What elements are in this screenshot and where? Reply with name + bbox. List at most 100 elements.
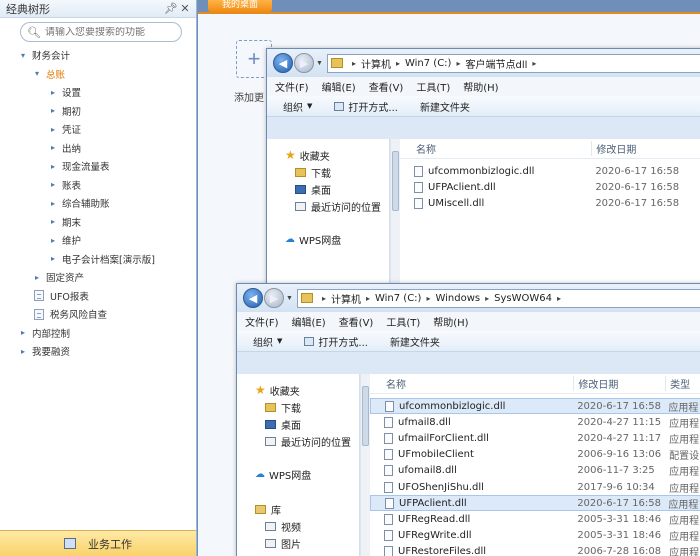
chevron-right-icon[interactable]: ▸ xyxy=(48,88,58,97)
file-row[interactable]: UMiscell.dll 2020-6-17 16:58 xyxy=(400,195,700,211)
chevron-right-icon[interactable]: ▸ xyxy=(48,217,58,226)
breadcrumb[interactable]: ▸ 计算机 ▸ Win7 (C:) ▸ 客户端节点dll ▸ xyxy=(326,53,700,73)
breadcrumb-separator[interactable]: ▸ xyxy=(485,294,489,303)
forward-button[interactable]: ▶ xyxy=(294,53,314,73)
organize-button[interactable]: 组织 ▼ xyxy=(253,334,282,349)
file-row[interactable]: UFOShenJiShu.dll 2017-9-6 10:34 应用程 xyxy=(370,479,700,495)
nav-item-wps-cloud[interactable]: ☁ WPS网盘 xyxy=(255,466,311,482)
tree-item[interactable]: ▸ 维护 xyxy=(0,231,196,250)
breadcrumb-separator[interactable]: ▸ xyxy=(352,59,356,68)
forward-button[interactable]: ▶ xyxy=(264,288,284,308)
menu-item[interactable]: 帮助(H) xyxy=(463,79,498,94)
chevron-right-icon[interactable]: ▸ xyxy=(48,180,58,189)
tree-item[interactable]: ▸ 内部控制 xyxy=(0,324,196,343)
breadcrumb-segment[interactable]: 计算机 xyxy=(331,291,361,306)
nav-item-desktop[interactable]: 桌面 xyxy=(265,416,301,432)
column-header[interactable]: 名称 xyxy=(370,376,573,391)
menu-item[interactable]: 查看(V) xyxy=(339,314,374,329)
nav-item-recent-places[interactable]: 最近访问的位置 xyxy=(295,198,381,214)
back-button[interactable]: ◀ xyxy=(273,53,293,73)
nav-item-libraries[interactable]: 库 xyxy=(255,501,281,517)
open-with-button[interactable]: 打开方式... xyxy=(304,334,368,349)
file-row[interactable]: UFRegWrite.dll 2005-3-31 18:46 应用程 xyxy=(370,528,700,544)
breadcrumb-separator[interactable]: ▸ xyxy=(396,59,400,68)
breadcrumb-segment[interactable]: 计算机 xyxy=(361,56,391,71)
tree-item[interactable]: ▸ 账表 xyxy=(0,176,196,195)
scroll-thumb[interactable] xyxy=(392,151,399,211)
nav-item-downloads[interactable]: 下载 xyxy=(295,164,331,180)
nav-item-favorites[interactable]: ★ 收藏夹 xyxy=(285,147,330,163)
file-row[interactable]: ufcommonbizlogic.dll 2020-6-17 16:58 xyxy=(400,163,700,179)
column-header[interactable]: 修改日期 xyxy=(591,141,700,156)
back-button[interactable]: ◀ xyxy=(243,288,263,308)
chevron-right-icon[interactable]: ▸ xyxy=(48,254,58,263)
breadcrumb-separator[interactable]: ▸ xyxy=(557,294,561,303)
breadcrumb-separator[interactable]: ▸ xyxy=(426,294,430,303)
column-header[interactable]: 名称 xyxy=(400,141,591,156)
tree-item[interactable]: UFO报表 xyxy=(0,287,196,306)
business-work-button[interactable]: 业务工作 xyxy=(0,530,196,556)
chevron-right-icon[interactable]: ▸ xyxy=(48,199,58,208)
breadcrumb[interactable]: ▸ 计算机 ▸ Win7 (C:) ▸ Windows ▸ SysWOW64 ▸ xyxy=(296,288,700,308)
file-row[interactable]: UFRestoreFiles.dll 2006-7-28 16:08 应用程 xyxy=(370,544,700,556)
organize-button[interactable]: 组织 ▼ xyxy=(283,99,312,114)
file-row[interactable]: UFRegRead.dll 2005-3-31 18:46 应用程 xyxy=(370,511,700,527)
menu-item[interactable]: 查看(V) xyxy=(369,79,404,94)
breadcrumb-separator[interactable]: ▸ xyxy=(456,59,460,68)
nav-item-videos[interactable]: 视频 xyxy=(265,518,301,534)
search-box[interactable]: 🔍︎ xyxy=(20,22,182,42)
tree-item[interactable]: ▸ 电子会计档案[演示版] xyxy=(0,250,196,269)
column-header[interactable]: 类型 xyxy=(665,376,700,391)
nav-item-desktop[interactable]: 桌面 xyxy=(295,181,331,197)
search-input[interactable] xyxy=(44,26,175,38)
chevron-down-icon[interactable]: ▾ xyxy=(18,51,28,60)
open-with-button[interactable]: 打开方式... xyxy=(334,99,398,114)
close-icon[interactable]: ✕ xyxy=(178,2,192,15)
file-row[interactable]: ufmailForClient.dll 2020-4-27 11:17 应用程 xyxy=(370,430,700,446)
tree-item[interactable]: ▸ 现金流量表 xyxy=(0,157,196,176)
breadcrumb-separator[interactable]: ▸ xyxy=(532,59,536,68)
nav-item-downloads[interactable]: 下载 xyxy=(265,399,301,415)
tree-item[interactable]: ▸ 我要融资 xyxy=(0,342,196,361)
file-row[interactable]: UFmobileClient 2006-9-16 13:06 配置设 xyxy=(370,447,700,463)
tree-item[interactable]: ▸ 凭证 xyxy=(0,120,196,139)
chevron-right-icon[interactable]: ▸ xyxy=(48,125,58,134)
scroll-thumb[interactable] xyxy=(362,386,369,446)
tree-item[interactable]: ▾ 财务会计 xyxy=(0,46,196,65)
new-folder-button[interactable]: 新建文件夹 xyxy=(390,334,440,349)
breadcrumb-segment[interactable]: Windows xyxy=(435,293,480,304)
breadcrumb-segment[interactable]: Win7 (C:) xyxy=(405,58,451,69)
nav-item-wps-cloud[interactable]: ☁ WPS网盘 xyxy=(285,231,341,247)
breadcrumb-segment[interactable]: SysWOW64 xyxy=(494,293,552,304)
pin-icon[interactable]: 📌︎ xyxy=(164,2,178,15)
nav-scrollbar[interactable] xyxy=(360,374,370,556)
tree-item[interactable]: ▸ 综合辅助账 xyxy=(0,194,196,213)
tree-item[interactable]: ▸ 期末 xyxy=(0,213,196,232)
menu-item[interactable]: 编辑(E) xyxy=(292,314,326,329)
new-folder-button[interactable]: 新建文件夹 xyxy=(420,99,470,114)
history-dropdown[interactable]: ▼ xyxy=(286,295,293,302)
chevron-right-icon[interactable]: ▸ xyxy=(48,106,58,115)
file-row[interactable]: ufmail8.dll 2020-4-27 11:15 应用程 xyxy=(370,414,700,430)
menu-item[interactable]: 文件(F) xyxy=(275,79,309,94)
file-row[interactable]: ufomail8.dll 2006-11-7 3:25 应用程 xyxy=(370,463,700,479)
tree-item[interactable]: ▾ 总账 xyxy=(0,65,196,84)
menu-item[interactable]: 帮助(H) xyxy=(433,314,468,329)
chevron-right-icon[interactable]: ▸ xyxy=(48,236,58,245)
column-header[interactable]: 修改日期 xyxy=(573,376,665,391)
breadcrumb-segment[interactable]: Win7 (C:) xyxy=(375,293,421,304)
nav-item-pictures[interactable]: 图片 xyxy=(265,535,301,551)
breadcrumb-segment[interactable]: 客户端节点dll xyxy=(465,56,527,71)
tree-item[interactable]: ▸ 固定资产 xyxy=(0,268,196,287)
tree-item[interactable]: ▸ 期初 xyxy=(0,102,196,121)
menu-item[interactable]: 工具(T) xyxy=(386,314,420,329)
menu-item[interactable]: 工具(T) xyxy=(416,79,450,94)
nav-item-recent-places[interactable]: 最近访问的位置 xyxy=(265,433,351,449)
chevron-right-icon[interactable]: ▸ xyxy=(18,347,28,356)
file-row[interactable]: ufcommonbizlogic.dll 2020-6-17 16:58 应用程 xyxy=(370,398,700,414)
breadcrumb-separator[interactable]: ▸ xyxy=(366,294,370,303)
chevron-right-icon[interactable]: ▸ xyxy=(48,162,58,171)
file-row[interactable]: UFPAclient.dll 2020-6-17 16:58 xyxy=(400,179,700,195)
menu-item[interactable]: 文件(F) xyxy=(245,314,279,329)
file-row[interactable]: UFPAclient.dll 2020-6-17 16:58 应用程 xyxy=(370,495,700,512)
